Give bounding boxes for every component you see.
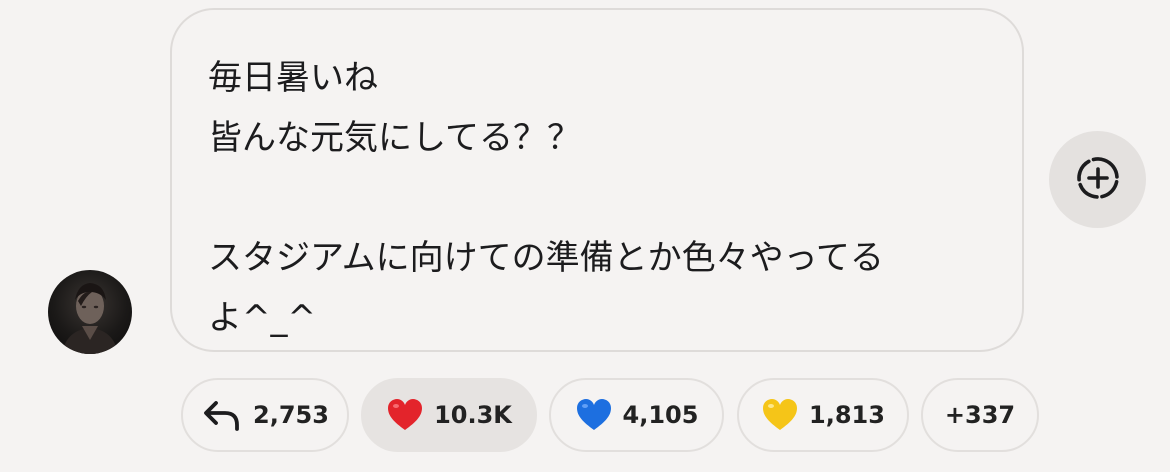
add-reaction-icon bbox=[1073, 153, 1123, 207]
yellow-heart-count: 1,813 bbox=[809, 401, 885, 429]
reaction-blue-heart[interactable]: 4,105 bbox=[549, 378, 724, 452]
message-line: よ^_^ bbox=[208, 298, 316, 338]
message-line: 皆んな元気にしてる？？ bbox=[208, 118, 581, 158]
blue-heart-icon bbox=[575, 397, 613, 433]
reply-count: 2,753 bbox=[253, 401, 329, 429]
reply-arrow-icon bbox=[201, 397, 243, 433]
chat-message-view: 毎日暑いね 皆んな元気にしてる？？ スタジアムに向けての準備とか色々やってる よ… bbox=[0, 0, 1170, 472]
message-line: スタジアムに向けての準備とか色々やってる bbox=[208, 238, 884, 278]
more-reactions-count: +337 bbox=[944, 401, 1016, 429]
add-reaction-button[interactable] bbox=[1049, 131, 1146, 228]
reaction-yellow-heart[interactable]: 1,813 bbox=[737, 378, 909, 452]
message-bubble: 毎日暑いね 皆んな元気にしてる？？ スタジアムに向けての準備とか色々やってる よ… bbox=[170, 8, 1024, 352]
message-line: 毎日暑いね bbox=[208, 58, 378, 98]
message-line bbox=[208, 168, 986, 228]
reaction-red-heart[interactable]: 10.3K bbox=[361, 378, 537, 452]
blue-heart-count: 4,105 bbox=[622, 401, 699, 429]
red-heart-icon bbox=[386, 397, 424, 433]
more-reactions-button[interactable]: +337 bbox=[921, 378, 1039, 452]
yellow-heart-icon bbox=[761, 397, 799, 433]
red-heart-count: 10.3K bbox=[434, 401, 512, 429]
sender-avatar[interactable] bbox=[48, 270, 132, 354]
reply-button[interactable]: 2,753 bbox=[181, 378, 349, 452]
